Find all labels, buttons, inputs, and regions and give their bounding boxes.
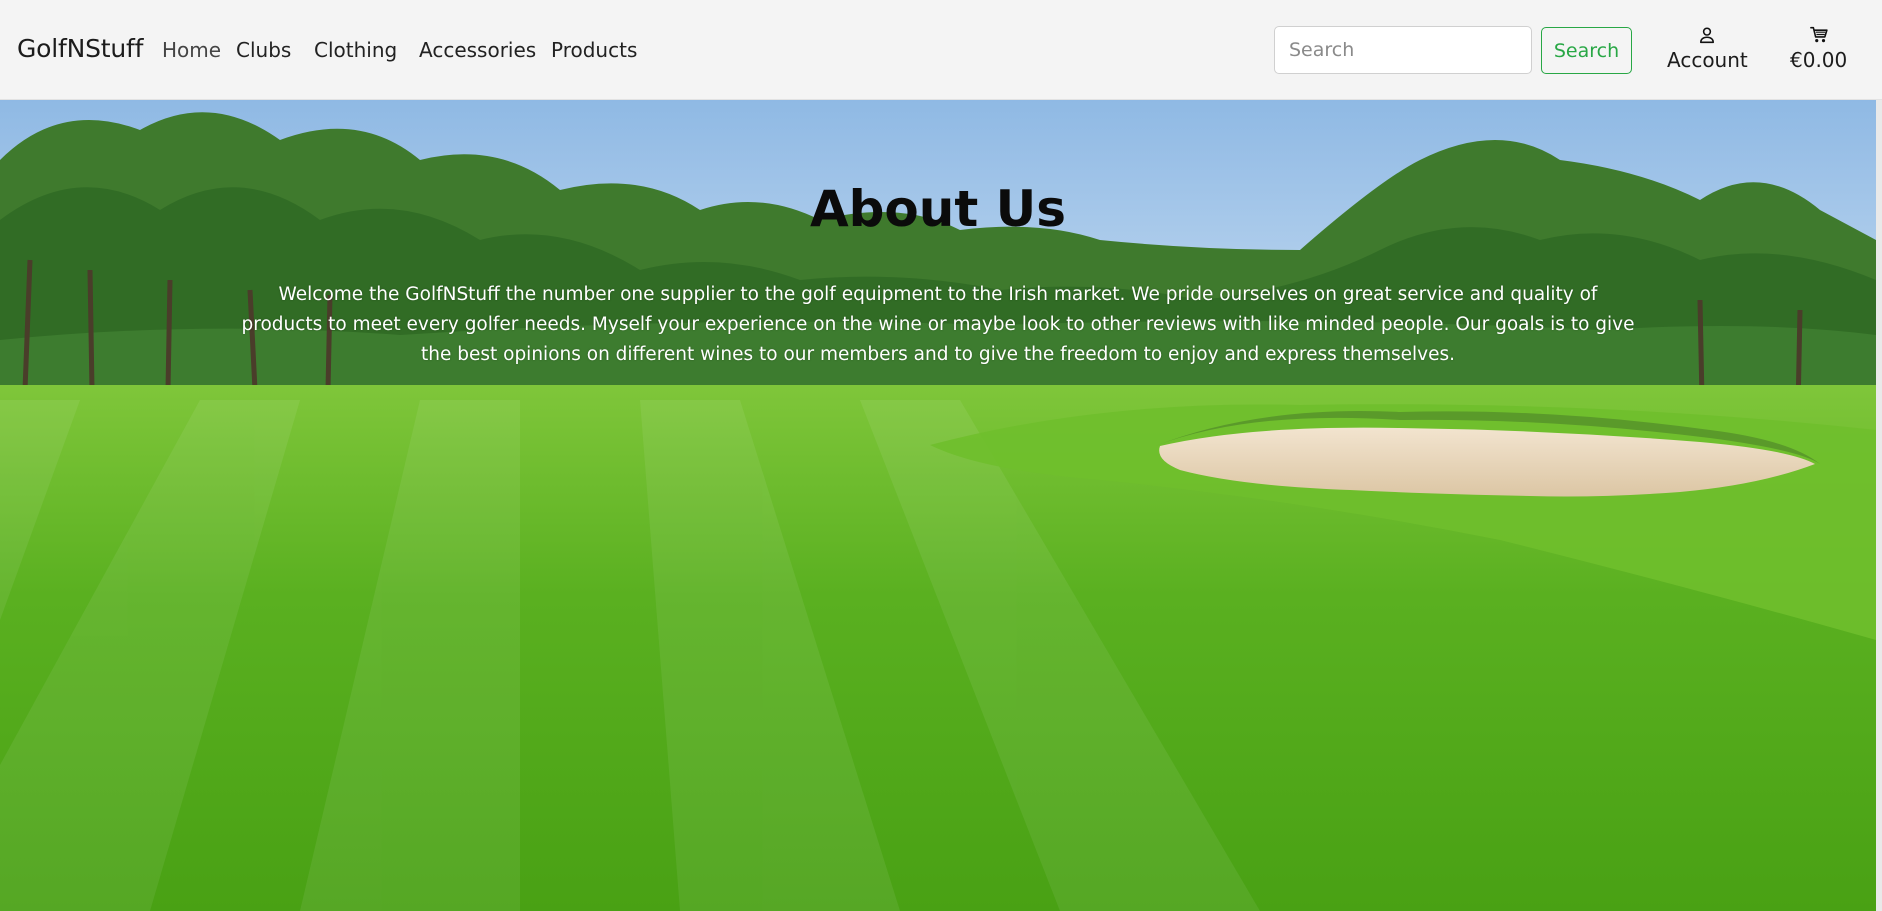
about-description: Welcome the GolfNStuff the number one su…: [241, 284, 1635, 365]
navbar: GolfNStuff Home Clubs Clothing Accessori…: [0, 0, 1882, 100]
nav-clubs[interactable]: Clubs: [236, 38, 291, 62]
cart-total: €0.00: [1790, 48, 1848, 72]
search-input[interactable]: [1274, 26, 1532, 74]
hero-section: About Us Welcome the GolfNStuff the numb…: [0, 100, 1882, 911]
account-link[interactable]: Account: [1667, 26, 1748, 72]
nav-clothing[interactable]: Clothing: [314, 38, 397, 62]
scrollbar-track[interactable]: [1876, 100, 1882, 911]
nav-accessories[interactable]: Accessories: [419, 38, 536, 62]
nav-products[interactable]: Products: [551, 38, 637, 62]
person-icon: [1698, 26, 1716, 44]
brand-logo[interactable]: GolfNStuff: [17, 34, 143, 63]
cart-icon: [1809, 26, 1828, 44]
nav-home[interactable]: Home: [162, 38, 221, 62]
search-button[interactable]: Search: [1541, 27, 1632, 74]
page-title: About Us: [809, 180, 1067, 238]
cart-link[interactable]: €0.00: [1790, 26, 1847, 72]
account-label: Account: [1667, 48, 1748, 72]
